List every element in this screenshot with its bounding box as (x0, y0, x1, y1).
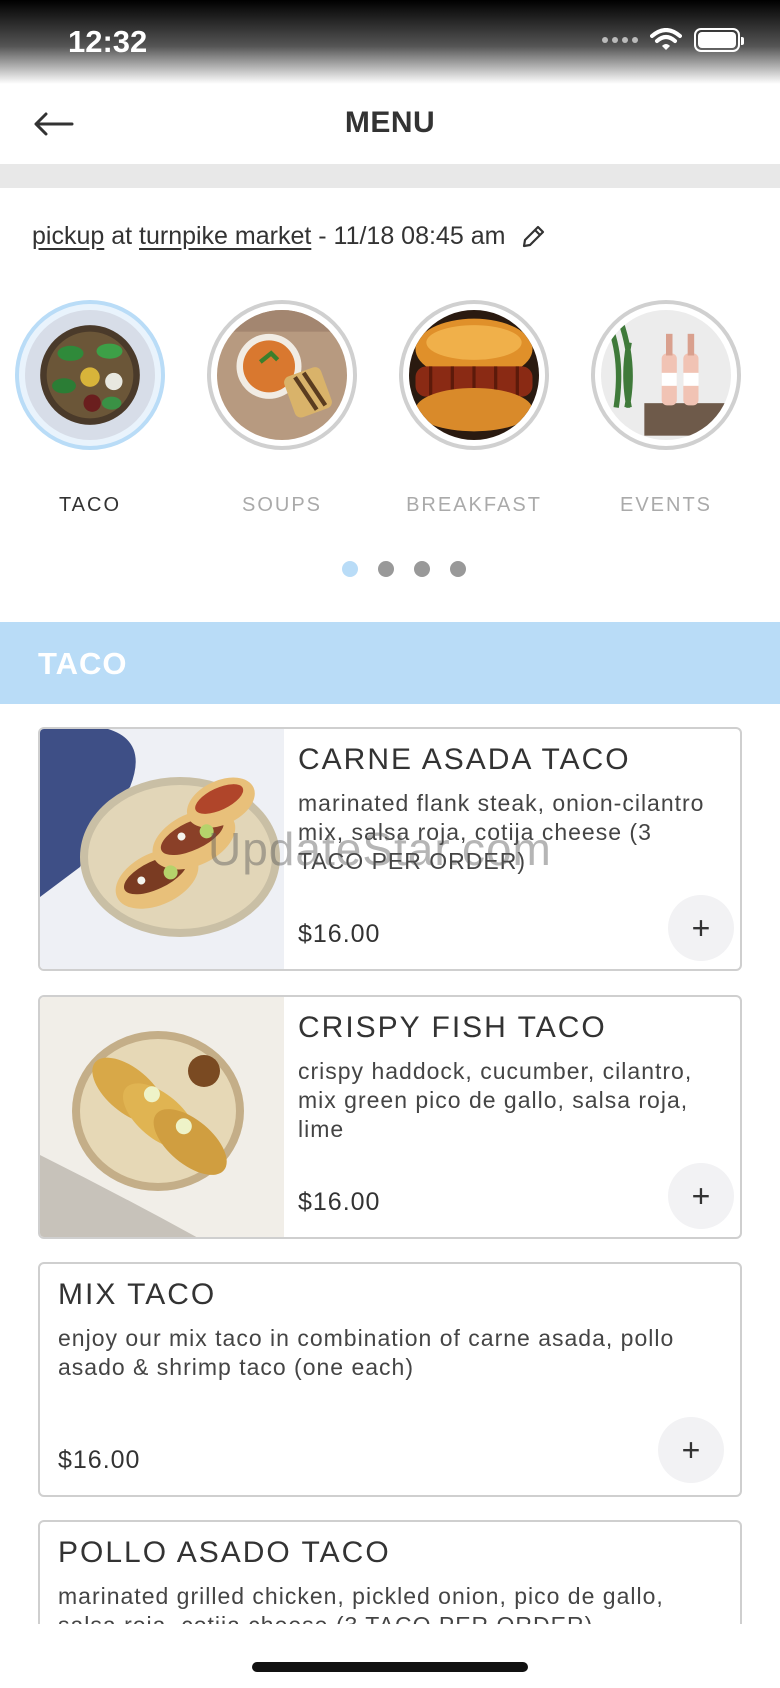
divider (0, 164, 780, 188)
category-breakfast[interactable]: BREAKFAST (394, 300, 554, 517)
page-title: MENU (344, 106, 436, 139)
category-soups[interactable]: SOUPS (202, 300, 362, 517)
category-image-frame (399, 300, 549, 450)
menu-item-body: CARNE ASADA TACO marinated flank steak, … (284, 729, 740, 969)
category-label: SOUPS (241, 494, 323, 516)
category-events[interactable]: EVENTS (586, 300, 746, 517)
menu-item-card[interactable]: MIX TACO enjoy our mix taco in combinati… (38, 1262, 742, 1497)
item-price: $16.00 (58, 1446, 141, 1474)
pickup-location-link[interactable]: turnpike market (139, 222, 311, 251)
pager-dot[interactable] (414, 561, 430, 577)
breakfast-sandwich-image (409, 310, 539, 440)
pager-dot[interactable] (378, 561, 394, 577)
battery-icon (694, 28, 744, 52)
pickup-mode-link[interactable]: pickup (32, 222, 104, 251)
menu-item-card[interactable]: CARNE ASADA TACO marinated flank steak, … (38, 727, 742, 971)
menu-item-body: CRISPY FISH TACO crispy haddock, cucumbe… (284, 997, 740, 1237)
taco-platter-image (25, 310, 155, 440)
category-label: TACO (58, 494, 122, 516)
status-icons (602, 28, 744, 52)
category-image-frame (15, 300, 165, 450)
item-description: crispy haddock, cucumber, cilantro, mix … (298, 1058, 693, 1142)
pickup-info: pickup at turnpike market - 11/18 08:45 … (32, 222, 547, 251)
wifi-icon (650, 28, 682, 50)
carne-asada-taco-image (40, 729, 284, 969)
home-indicator (252, 1662, 528, 1672)
category-carousel[interactable]: TACO SOUPS BREAKFAST EVENTS (0, 300, 780, 530)
category-image-frame (591, 300, 741, 450)
category-taco[interactable]: TACO (10, 300, 170, 517)
section-header: TACO (0, 622, 780, 704)
crispy-fish-taco-image (40, 997, 284, 1237)
category-image-frame (207, 300, 357, 450)
add-to-cart-button[interactable]: + (668, 895, 734, 961)
item-name: CRISPY FISH TACO (298, 1011, 607, 1044)
pickup-datetime: - 11/18 08:45 am (311, 222, 506, 250)
item-price: $16.00 (298, 920, 381, 948)
status-time: 12:32 (68, 24, 148, 59)
pager-dot[interactable] (450, 561, 466, 577)
pager-dot[interactable] (342, 561, 358, 577)
item-name: MIX TACO (58, 1278, 217, 1311)
pencil-icon[interactable] (519, 223, 547, 251)
item-name: CARNE ASADA TACO (298, 743, 631, 776)
carousel-pager (0, 561, 780, 577)
category-label: EVENTS (619, 494, 713, 516)
nav-bar: MENU (0, 84, 780, 164)
item-description: marinated flank steak, onion-cilantro mi… (298, 790, 705, 874)
bottom-safe-area (0, 1624, 780, 1688)
wine-bottles-image (601, 310, 731, 440)
add-to-cart-button[interactable]: + (658, 1417, 724, 1483)
soup-image (217, 310, 347, 440)
menu-item-card[interactable]: CRISPY FISH TACO crispy haddock, cucumbe… (38, 995, 742, 1239)
menu-item-body: MIX TACO enjoy our mix taco in combinati… (44, 1264, 740, 1495)
pickup-connector: at (104, 222, 140, 250)
item-price: $16.00 (298, 1188, 381, 1216)
add-to-cart-button[interactable]: + (668, 1163, 734, 1229)
item-description: enjoy our mix taco in combination of car… (58, 1325, 675, 1380)
signal-icon (602, 37, 638, 43)
item-name: POLLO ASADO TACO (58, 1536, 391, 1569)
status-bar: 12:32 (0, 0, 780, 84)
category-label: BREAKFAST (406, 494, 542, 516)
section-title: TACO (38, 646, 128, 681)
